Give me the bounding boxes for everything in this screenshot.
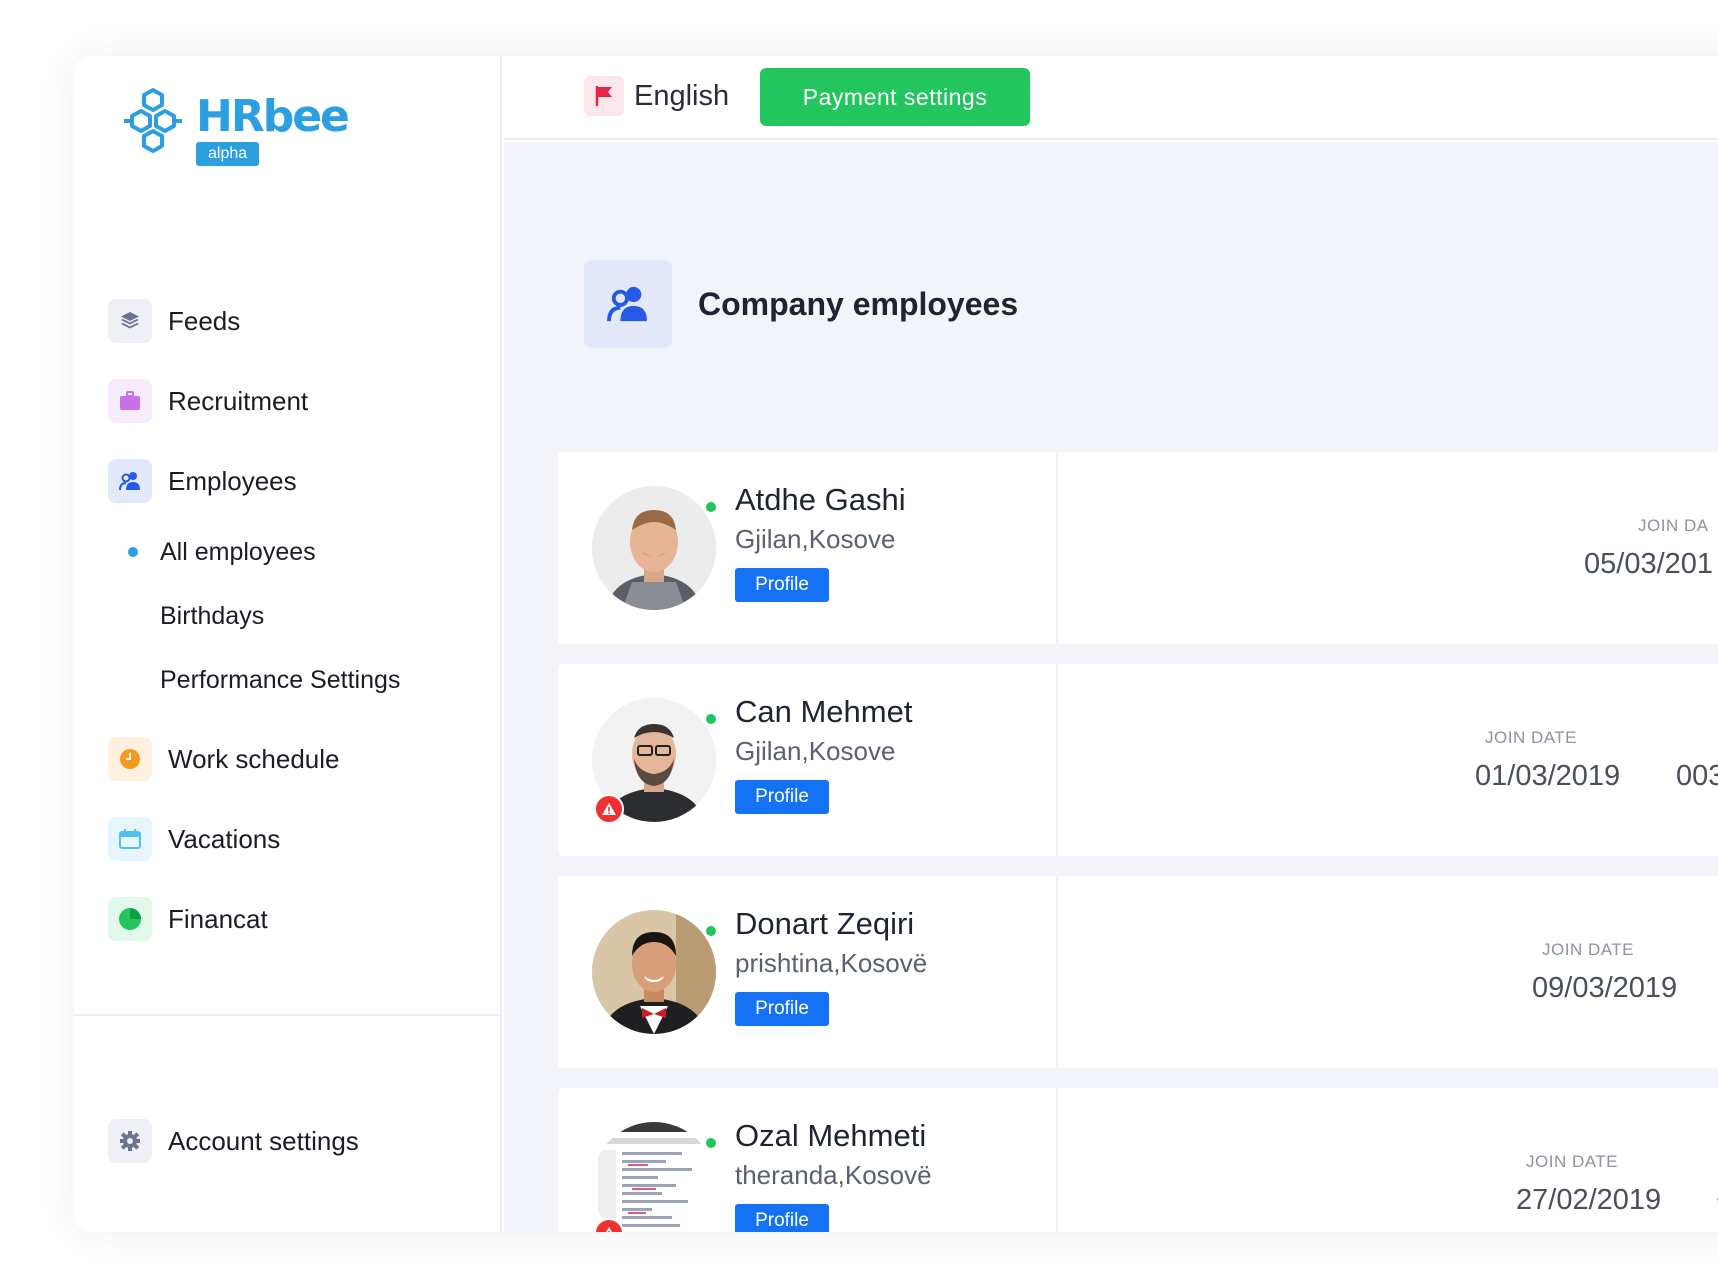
- subnav-label: Birthdays: [160, 601, 265, 630]
- brand-text: HRbee alpha: [196, 91, 350, 166]
- profile-button[interactable]: Profile: [735, 1204, 829, 1232]
- card-divider: [1056, 876, 1058, 1068]
- layers-icon: [108, 299, 152, 343]
- page-header: Company employees: [584, 260, 1018, 348]
- join-date-value: 09/03/2019: [1532, 972, 1678, 1004]
- flag-icon: [584, 76, 624, 116]
- avatar[interactable]: [592, 1122, 718, 1232]
- payment-settings-button[interactable]: Payment settings: [760, 68, 1030, 126]
- subnav-item-birthdays[interactable]: Birthdays: [128, 594, 488, 638]
- brand-logo[interactable]: HRbee alpha: [122, 86, 350, 166]
- page-title: Company employees: [698, 285, 1019, 322]
- employee-card: Can Mehmet Gjilan,Kosove Profile JOIN DA…: [558, 664, 1718, 856]
- online-status-icon: [704, 1136, 718, 1150]
- employee-location: prishtina,Kosovë: [735, 948, 928, 978]
- nav-label-recruitment: Recruitment: [168, 385, 309, 416]
- card-divider: [1056, 664, 1058, 856]
- employees-subnav: All employees Birthdays Performance Sett…: [128, 530, 488, 702]
- nav-item-account-settings[interactable]: Account settings: [108, 1118, 359, 1164]
- subnav-item-all-employees[interactable]: All employees: [128, 530, 488, 574]
- card-divider: [1056, 452, 1058, 644]
- join-date-value: 01/03/2019: [1475, 760, 1621, 792]
- nav-label-vacations: Vacations: [168, 823, 281, 854]
- nav-item-financat[interactable]: Financat: [108, 896, 488, 942]
- employee-card: Donart Zeqiri prishtina,Kosovë Profile J…: [558, 876, 1718, 1068]
- clock-icon: [108, 737, 152, 781]
- employee-name: Ozal Mehmeti: [735, 1118, 927, 1153]
- subnav-item-performance-settings[interactable]: Performance Settings: [128, 658, 488, 702]
- subnav-label: Performance Settings: [160, 665, 401, 694]
- employee-location: Gjilan,Kosove: [735, 524, 896, 554]
- warning-icon[interactable]: [594, 794, 624, 824]
- alpha-badge: alpha: [196, 142, 260, 166]
- nav-item-recruitment[interactable]: Recruitment: [108, 378, 488, 424]
- avatar[interactable]: [592, 910, 718, 1034]
- nav-item-work-schedule[interactable]: Work schedule: [108, 736, 488, 782]
- sidebar: HRbee alpha Feeds Recruitment Employees …: [74, 56, 502, 1232]
- join-date-value: 27/02/2019: [1516, 1184, 1662, 1216]
- profile-button[interactable]: Profile: [735, 992, 829, 1026]
- extra-value: 003: [1676, 760, 1718, 792]
- employee-location: Gjilan,Kosove: [735, 736, 896, 766]
- employee-name: Donart Zeqiri: [735, 906, 915, 941]
- subnav-label: All employees: [160, 537, 316, 566]
- sidebar-divider: [74, 1014, 502, 1016]
- nav-item-employees[interactable]: Employees: [108, 458, 488, 504]
- hexagon-logo-icon: [124, 88, 182, 153]
- join-date-value: 05/03/201: [1584, 548, 1714, 580]
- online-status-icon: [704, 924, 718, 938]
- users-icon: [108, 459, 152, 503]
- profile-button[interactable]: Profile: [735, 780, 829, 814]
- calendar-icon: [108, 817, 152, 861]
- nav-label-financat: Financat: [168, 903, 268, 934]
- employee-card: Atdhe Gashi Gjilan,Kosove Profile JOIN D…: [558, 452, 1718, 644]
- nav-label-account-settings: Account settings: [168, 1125, 359, 1156]
- nav-item-vacations[interactable]: Vacations: [108, 816, 488, 862]
- card-divider: [1056, 1088, 1058, 1232]
- nav-label-work-schedule: Work schedule: [168, 743, 340, 774]
- online-status-icon: [704, 712, 718, 726]
- nav-label-feeds: Feeds: [168, 305, 241, 336]
- active-dot-icon: [128, 547, 138, 557]
- employee-location: theranda,Kosovë: [735, 1160, 932, 1190]
- join-date-label: JOIN DATE: [1542, 940, 1635, 959]
- avatar[interactable]: [592, 486, 718, 610]
- nav-label-employees: Employees: [168, 465, 297, 496]
- app-window: HRbee alpha Feeds Recruitment Employees …: [74, 56, 1718, 1232]
- topbar: English Payment settings: [504, 56, 1718, 140]
- gear-icon: [108, 1119, 152, 1163]
- avatar-photo: [592, 910, 716, 1034]
- users-icon: [584, 260, 672, 348]
- nav-item-feeds[interactable]: Feeds: [108, 298, 488, 344]
- employee-name: Atdhe Gashi: [735, 482, 906, 517]
- employee-name: Can Mehmet: [735, 694, 913, 729]
- join-date-label: JOIN DATE: [1485, 728, 1578, 747]
- main-content: Company employees Atdhe Gashi Gjilan,Kos…: [504, 142, 1718, 1232]
- language-selector[interactable]: English: [584, 76, 729, 116]
- avatar-photo: [592, 1122, 716, 1232]
- employee-card: Ozal Mehmeti theranda,Kosovë Profile JOI…: [558, 1088, 1718, 1232]
- join-date-label: JOIN DA: [1638, 516, 1709, 535]
- profile-button[interactable]: Profile: [735, 568, 829, 602]
- brand-name: HRbee: [196, 91, 350, 142]
- join-date-label: JOIN DATE: [1526, 1152, 1619, 1171]
- briefcase-icon: [108, 379, 152, 423]
- employee-list: Atdhe Gashi Gjilan,Kosove Profile JOIN D…: [558, 452, 1718, 1232]
- avatar[interactable]: [592, 698, 718, 824]
- online-status-icon: [704, 500, 718, 514]
- pie-chart-icon: [108, 897, 152, 941]
- language-label: English: [634, 79, 730, 112]
- avatar-photo: [592, 486, 716, 610]
- main-nav: Feeds Recruitment Employees All employee…: [108, 298, 488, 976]
